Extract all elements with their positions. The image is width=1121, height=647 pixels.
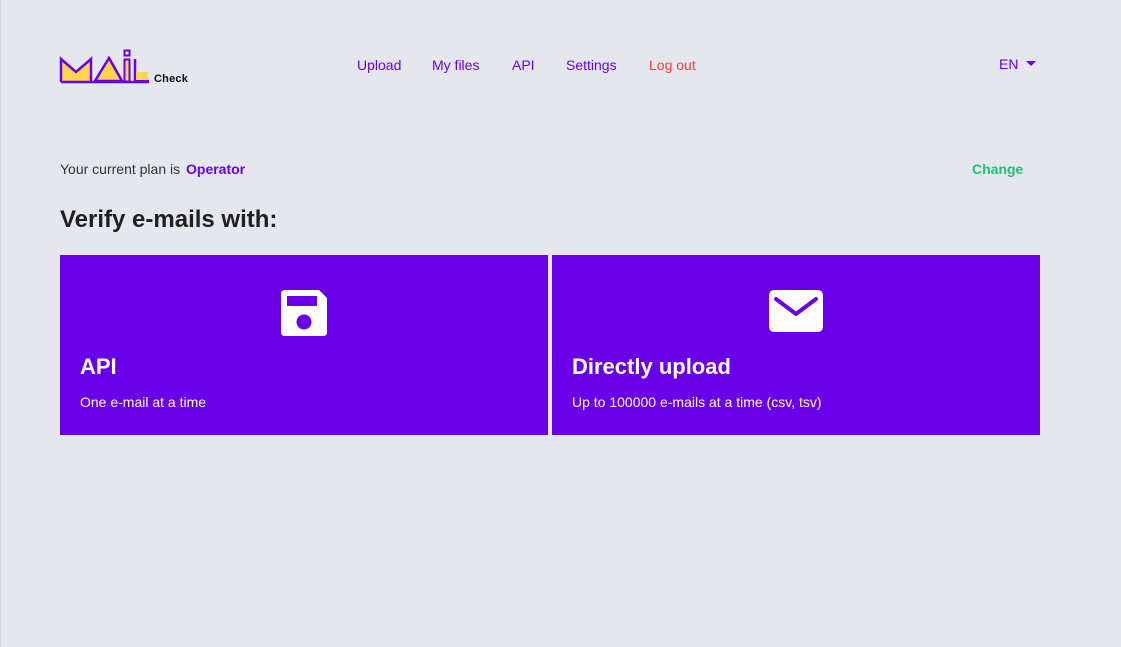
upload-card-title: Directly upload xyxy=(572,354,731,379)
plan-name[interactable]: Operator xyxy=(186,161,245,177)
upload-card[interactable]: Directly upload Up to 100000 e-mails at … xyxy=(552,255,1040,435)
floppy-disk-icon xyxy=(279,288,329,343)
plan-prefix: Your current plan is xyxy=(60,161,181,177)
envelope-icon xyxy=(768,288,824,339)
caret-down-icon xyxy=(1026,61,1037,66)
api-card-description: One e-mail at a time xyxy=(80,394,207,410)
api-card-title: API xyxy=(80,354,117,379)
language-selected: EN xyxy=(999,56,1019,72)
change-plan-link[interactable]: Change xyxy=(972,161,1023,177)
upload-card-description: Up to 100000 e-mails at a time (csv, tsv… xyxy=(572,394,822,410)
logo[interactable]: Check xyxy=(59,47,199,87)
api-card[interactable]: API One e-mail at a time xyxy=(60,255,548,435)
logo-mark xyxy=(59,49,149,84)
logo-check-text: Check xyxy=(154,73,189,85)
nav-settings[interactable]: Settings xyxy=(566,57,617,73)
nav-upload[interactable]: Upload xyxy=(357,57,401,73)
language-dropdown[interactable]: EN xyxy=(999,56,1037,72)
nav-api[interactable]: API xyxy=(512,57,535,73)
current-plan: Your current plan is Operator xyxy=(60,161,245,177)
page-title: Verify e-mails with: xyxy=(60,206,278,233)
nav-my-files[interactable]: My files xyxy=(432,57,479,73)
nav-log-out[interactable]: Log out xyxy=(649,57,696,73)
